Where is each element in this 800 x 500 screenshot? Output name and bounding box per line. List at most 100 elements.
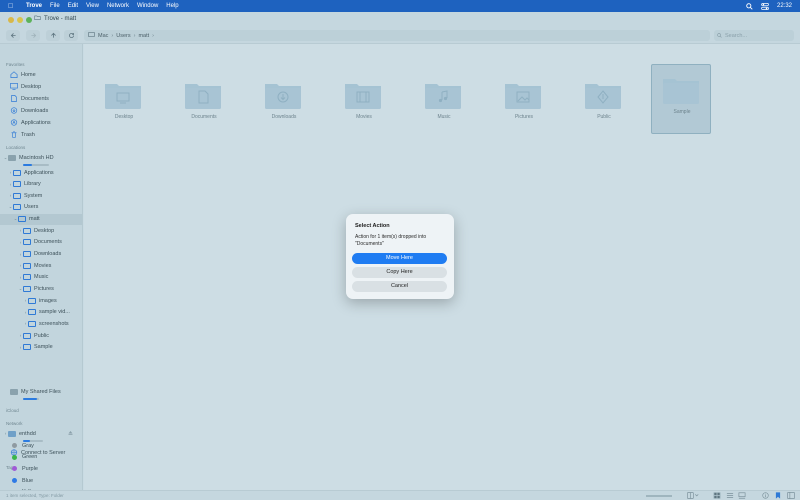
refresh-button[interactable] [64, 30, 78, 41]
window-title: Trove - matt [34, 15, 76, 22]
menu-view[interactable]: View [86, 3, 99, 9]
sidebar-tree-item[interactable]: › images [0, 295, 82, 306]
sidebar-tree-item[interactable]: › sample vid... [0, 307, 82, 318]
close-window-button[interactable] [8, 16, 14, 23]
menu-window[interactable]: Window [137, 3, 158, 9]
tag-dot-icon [12, 478, 17, 484]
folder-item-music[interactable]: Music [414, 70, 474, 140]
cancel-button[interactable]: Cancel [352, 281, 447, 292]
sidebar-tree-label: matt [29, 216, 40, 223]
sidebar-tag-item[interactable]: Gray [0, 440, 82, 451]
sidebar-tag-item[interactable]: Green [0, 452, 82, 463]
list-view-button[interactable] [726, 492, 734, 499]
minimize-window-button[interactable] [17, 16, 23, 23]
folder-item-documents[interactable]: Documents [174, 70, 234, 140]
sidebar-tree-item[interactable]: › Applications [0, 167, 82, 178]
breadcrumb-item-matt[interactable]: matt [138, 33, 149, 39]
sidebar-item-my-shared-files[interactable]: My Shared Files [0, 386, 82, 397]
sidebar-item-documents[interactable]: Documents [0, 93, 82, 104]
zoom-window-button[interactable] [26, 16, 32, 23]
folder-label: Public [597, 114, 611, 120]
folder-icon [23, 344, 31, 351]
up-button[interactable] [46, 30, 60, 41]
sidebar-tree-item[interactable]: › Music [0, 272, 82, 283]
menu-clock[interactable]: 22:32 [777, 3, 792, 9]
sidebar-tree-item[interactable]: › Documents [0, 237, 82, 248]
copy-here-button[interactable]: Copy Here [352, 267, 447, 278]
bookmark-icon[interactable] [775, 492, 781, 500]
sidebar-item-macintosh-hd[interactable]: ⌄ Macintosh HD [0, 152, 82, 163]
spotlight-search-icon[interactable] [746, 2, 753, 10]
sidebar-tree-item[interactable]: › Library [0, 179, 82, 190]
sidebar-tree-item[interactable]: › screenshots [0, 318, 82, 329]
folder-label: Pictures [514, 114, 534, 120]
sidebar-item-home[interactable]: Home [0, 69, 82, 80]
dialog-message: Action for 1 item(s) dropped into "Docum… [355, 234, 427, 247]
back-button[interactable] [6, 30, 20, 41]
sidebar-tree-label: Public [34, 332, 49, 339]
sidebar-tree-item[interactable]: ⌄ Pictures [0, 284, 82, 295]
title-bar: Trove - matt [0, 12, 800, 27]
tag-dot-icon [12, 443, 17, 448]
sidebar-tree-item[interactable]: › Sample [0, 342, 82, 353]
eject-icon[interactable] [68, 430, 73, 438]
sidebar-tree-label: Music [34, 274, 49, 281]
shared-drive-icon [10, 388, 18, 395]
sidebar-tag-label: Green [22, 454, 38, 461]
folder-icon [28, 309, 36, 316]
sidebar-tree-item[interactable]: ⌄ matt [0, 213, 82, 225]
menu-app-name[interactable]: Trove [26, 3, 42, 9]
sidebar-item-label: Documents [21, 95, 49, 102]
shared-usage-bar [23, 398, 38, 400]
folder-item-desktop[interactable]: Desktop [94, 70, 154, 140]
folder-item-downloads[interactable]: Downloads [254, 70, 314, 140]
sidebar-tag-item[interactable]: Purple [0, 463, 82, 474]
sidebar-tag-item[interactable]: Blue [0, 475, 82, 486]
sidebar-item-label: Applications [21, 119, 51, 126]
status-bar: 1 item selected, Type: Folder [0, 490, 800, 500]
folder-icon [662, 75, 700, 105]
info-icon[interactable] [762, 492, 769, 500]
forward-button[interactable] [26, 30, 40, 41]
status-text: 1 item selected, Type: Folder [6, 493, 64, 498]
refresh-icon [68, 33, 74, 38]
sidebar-tree-label: System [24, 192, 43, 199]
columns-icon[interactable] [687, 492, 699, 500]
sidebar-item-desktop[interactable]: Desktop [0, 81, 82, 92]
gallery-view-button[interactable] [738, 492, 746, 499]
folder-item-public[interactable]: Public [574, 70, 634, 140]
move-here-button[interactable]: Move Here [352, 253, 447, 264]
menu-help[interactable]: Help [166, 3, 178, 9]
sidebar-toggle-icon[interactable] [787, 492, 795, 500]
sidebar-item-applications[interactable]: Applications [0, 117, 82, 128]
chevron-right-icon: › [111, 32, 114, 39]
folder-icon [23, 251, 31, 258]
sidebar-tree-item[interactable]: ⌄ Users [0, 202, 82, 213]
icon-view-button[interactable] [713, 492, 721, 499]
sidebar-item-network-server[interactable]: › enthdd [0, 428, 82, 439]
menu-edit[interactable]: Edit [68, 3, 78, 9]
sidebar-tree-item[interactable]: › Movies [0, 260, 82, 271]
control-center-icon[interactable] [761, 2, 769, 10]
folder-icon [28, 297, 36, 304]
gallery-icon [738, 492, 746, 499]
menu-file[interactable]: File [50, 3, 60, 9]
search-input[interactable]: Search... [714, 30, 794, 41]
sidebar-item-trash[interactable]: Trash [0, 129, 82, 140]
apple-menu-icon[interactable]:  [8, 3, 18, 10]
icon-size-slider[interactable] [646, 495, 672, 497]
network-drive-icon [8, 430, 16, 437]
folder-item-pictures[interactable]: Pictures [494, 70, 554, 140]
sidebar-item-downloads[interactable]: Downloads [0, 105, 82, 116]
sidebar-tree-item[interactable]: › System [0, 190, 82, 201]
sidebar-tree-item[interactable]: › Desktop [0, 225, 82, 236]
sidebar-tree-item[interactable]: › Public [0, 330, 82, 341]
folder-item-sample[interactable]: Sample [651, 64, 711, 134]
sidebar-tree-item[interactable]: › Downloads [0, 249, 82, 260]
menu-network[interactable]: Network [107, 3, 129, 9]
sidebar-tree-label: screenshots [39, 320, 69, 327]
applications-icon [10, 119, 21, 126]
breadcrumb-item-mac[interactable]: Mac [98, 33, 108, 39]
breadcrumb-item-users[interactable]: Users [116, 33, 130, 39]
folder-item-movies[interactable]: Movies [334, 70, 394, 140]
